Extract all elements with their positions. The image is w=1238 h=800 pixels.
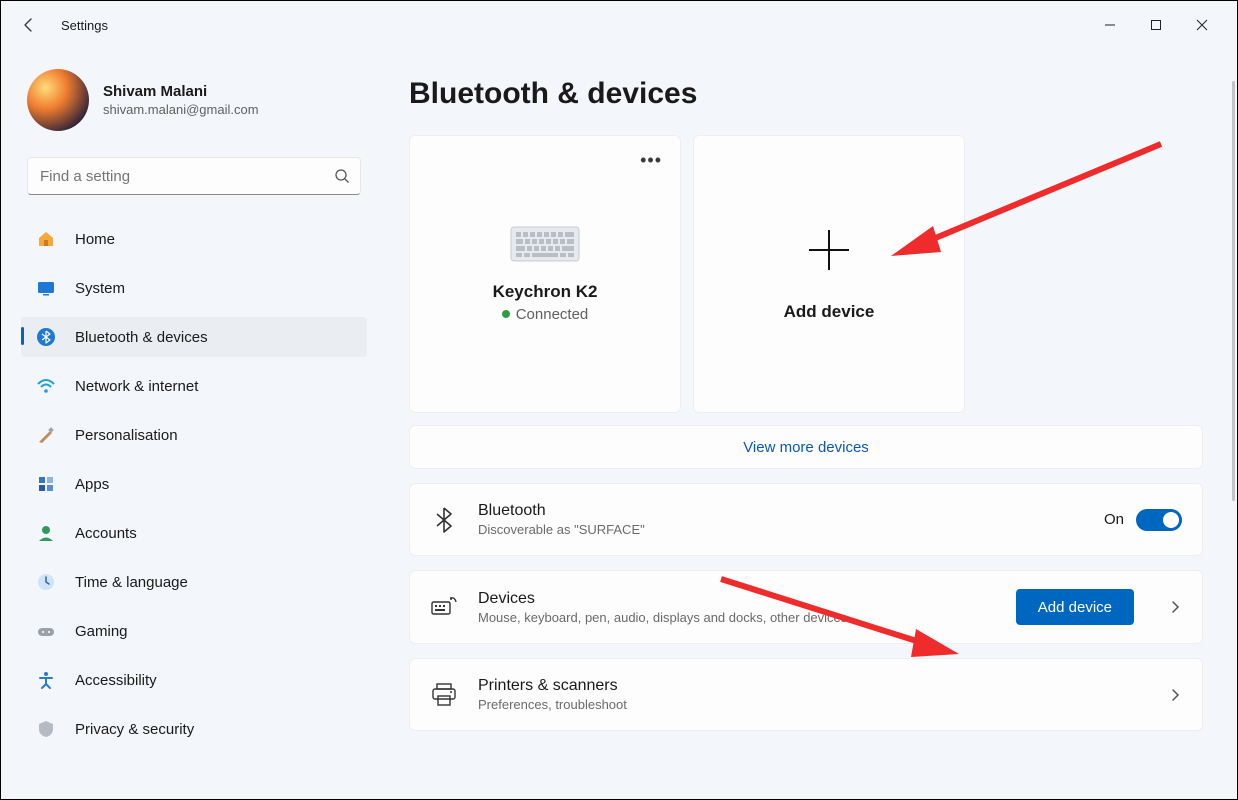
nav-personalisation-label: Personalisation <box>75 427 178 444</box>
profile-block[interactable]: Shivam Malani shivam.malani@gmail.com <box>27 69 367 131</box>
home-icon <box>35 228 57 250</box>
printers-card-body: Printers & scanners Preferences, trouble… <box>478 677 1148 712</box>
status-dot-icon <box>502 310 510 318</box>
nav-apps-label: Apps <box>75 476 109 493</box>
view-more-devices-link[interactable]: View more devices <box>409 425 1203 469</box>
nav-time-label: Time & language <box>75 574 188 591</box>
nav-accounts[interactable]: Accounts <box>21 513 367 553</box>
printers-card-sub: Preferences, troubleshoot <box>478 697 1148 712</box>
bluetooth-toggle[interactable] <box>1136 509 1182 531</box>
bluetooth-nav-icon <box>35 326 57 348</box>
maximize-icon <box>1150 19 1162 31</box>
search-input[interactable] <box>38 167 334 186</box>
nav-privacy[interactable]: Privacy & security <box>21 709 367 749</box>
main-content: Bluetooth & devices ••• Keychron K2 Conn… <box>381 49 1237 799</box>
time-icon <box>35 571 57 593</box>
bluetooth-toggle-wrap: On <box>1104 509 1182 531</box>
printers-card[interactable]: Printers & scanners Preferences, trouble… <box>409 658 1203 731</box>
add-device-tile[interactable]: Add device <box>693 135 965 413</box>
app-title: Settings <box>61 18 108 33</box>
accounts-icon <box>35 522 57 544</box>
minimize-icon <box>1104 19 1116 31</box>
search-box[interactable] <box>27 157 361 195</box>
nav-bluetooth[interactable]: Bluetooth & devices <box>21 317 367 357</box>
printer-icon <box>430 683 458 707</box>
maximize-button[interactable] <box>1133 9 1179 41</box>
add-device-button[interactable]: Add device <box>1016 589 1134 625</box>
device-name: Keychron K2 <box>493 282 598 302</box>
devices-card-body: Devices Mouse, keyboard, pen, audio, dis… <box>478 590 996 625</box>
privacy-icon <box>35 718 57 740</box>
network-icon <box>35 375 57 397</box>
bluetooth-toggle-card: Bluetooth Discoverable as "SURFACE" On <box>409 483 1203 556</box>
nav-home-label: Home <box>75 231 115 248</box>
nav-home[interactable]: Home <box>21 219 367 259</box>
nav-personalisation[interactable]: Personalisation <box>21 415 367 455</box>
accessibility-icon <box>35 669 57 691</box>
device-status-text: Connected <box>516 306 589 323</box>
nav-network-label: Network & internet <box>75 378 198 395</box>
nav-system-label: System <box>75 280 125 297</box>
devices-card-sub: Mouse, keyboard, pen, audio, displays an… <box>478 610 996 625</box>
gaming-icon <box>35 620 57 642</box>
devices-icon <box>430 596 458 618</box>
plus-icon <box>805 226 853 274</box>
devices-card-title: Devices <box>478 590 996 608</box>
avatar <box>27 69 89 131</box>
nav-gaming-label: Gaming <box>75 623 128 640</box>
profile-name: Shivam Malani <box>103 83 259 100</box>
back-arrow-icon <box>21 17 37 33</box>
bluetooth-card-body: Bluetooth Discoverable as "SURFACE" <box>478 502 1084 537</box>
back-button[interactable] <box>13 9 45 41</box>
window-controls <box>1087 9 1225 41</box>
chevron-right-icon <box>1168 600 1182 614</box>
bluetooth-icon <box>430 506 458 534</box>
bluetooth-card-sub: Discoverable as "SURFACE" <box>478 522 1084 537</box>
personalisation-icon <box>35 424 57 446</box>
nav-network[interactable]: Network & internet <box>21 366 367 406</box>
bluetooth-card-title: Bluetooth <box>478 502 1084 520</box>
add-device-tile-label: Add device <box>784 302 875 322</box>
apps-icon <box>35 473 57 495</box>
nav-accessibility-label: Accessibility <box>75 672 157 689</box>
keyboard-icon <box>510 226 580 262</box>
nav: Home System Bluetooth & devices Network … <box>21 219 367 757</box>
device-tiles: ••• Keychron K2 Connected Add device <box>409 135 1205 413</box>
device-tile-more-button[interactable]: ••• <box>640 150 662 171</box>
nav-bluetooth-label: Bluetooth & devices <box>75 329 208 346</box>
sidebar: Shivam Malani shivam.malani@gmail.com Ho… <box>1 49 381 799</box>
settings-window: Settings Shivam Malani shivam.malani@gma… <box>0 0 1238 800</box>
page-title: Bluetooth & devices <box>409 77 1205 111</box>
nav-privacy-label: Privacy & security <box>75 721 194 738</box>
close-icon <box>1196 19 1208 31</box>
paired-device-tile[interactable]: ••• Keychron K2 Connected <box>409 135 681 413</box>
nav-accessibility[interactable]: Accessibility <box>21 660 367 700</box>
nav-gaming[interactable]: Gaming <box>21 611 367 651</box>
view-more-devices-label: View more devices <box>743 439 869 456</box>
devices-card[interactable]: Devices Mouse, keyboard, pen, audio, dis… <box>409 570 1203 644</box>
chevron-right-icon <box>1168 688 1182 702</box>
close-button[interactable] <box>1179 9 1225 41</box>
device-status: Connected <box>502 306 589 323</box>
system-icon <box>35 277 57 299</box>
nav-time[interactable]: Time & language <box>21 562 367 602</box>
minimize-button[interactable] <box>1087 9 1133 41</box>
profile-email: shivam.malani@gmail.com <box>103 102 259 117</box>
scrollbar-indicator[interactable] <box>1232 81 1235 501</box>
titlebar: Settings <box>1 1 1237 49</box>
search-icon <box>334 168 350 184</box>
nav-system[interactable]: System <box>21 268 367 308</box>
nav-accounts-label: Accounts <box>75 525 137 542</box>
nav-apps[interactable]: Apps <box>21 464 367 504</box>
printers-card-title: Printers & scanners <box>478 677 1148 695</box>
profile-text: Shivam Malani shivam.malani@gmail.com <box>103 83 259 117</box>
bluetooth-toggle-state: On <box>1104 511 1124 528</box>
